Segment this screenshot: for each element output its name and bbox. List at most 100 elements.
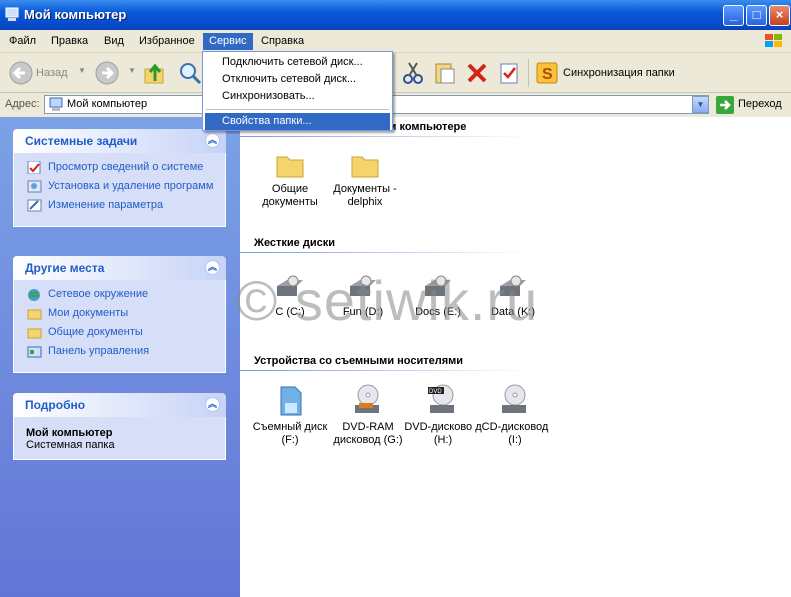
menu-edit[interactable]: Правка bbox=[45, 33, 94, 50]
minimize-button[interactable]: _ bbox=[723, 5, 744, 26]
close-button[interactable]: × bbox=[769, 5, 790, 26]
dvd-ram-drive-icon bbox=[355, 384, 379, 413]
details-panel: Подробно ︽ Мой компьютер Системная папка bbox=[13, 393, 226, 460]
section-divider bbox=[240, 136, 530, 137]
menu-bar: Файл Правка Вид Избранное Сервис Справка bbox=[0, 30, 791, 53]
dvd-drive-icon: DVD bbox=[428, 384, 454, 413]
folder-icon bbox=[351, 156, 379, 178]
section-divider bbox=[240, 370, 530, 371]
go-arrow-icon[interactable] bbox=[716, 96, 734, 114]
other-places-header[interactable]: Другие места ︽ bbox=[13, 256, 226, 280]
details-title: Подробно bbox=[25, 398, 86, 412]
item-label: DVD-дисково д (H:) bbox=[404, 421, 482, 446]
item-label: Документы - delphix bbox=[333, 183, 397, 208]
item-label: Общие документы bbox=[262, 183, 318, 208]
add-remove-programs-icon bbox=[27, 180, 42, 193]
paste-icon[interactable] bbox=[433, 61, 457, 85]
watermark-text: © setiwik.ru bbox=[236, 269, 539, 332]
folder-icon bbox=[27, 328, 42, 339]
network-globe-icon bbox=[28, 289, 40, 301]
link-control-panel[interactable]: Панель управления bbox=[14, 345, 225, 358]
svg-text:S: S bbox=[542, 66, 553, 83]
svg-text:DVD: DVD bbox=[429, 389, 442, 395]
system-info-icon bbox=[27, 161, 41, 174]
section-title-removable: Устройства со съемными носителями bbox=[254, 355, 464, 367]
sync-button-label[interactable]: Синхронизация папки bbox=[563, 67, 675, 79]
details-name: Мой компьютер bbox=[26, 427, 113, 439]
drive-g[interactable]: DVD-RAM дисковод (G:) bbox=[328, 383, 408, 447]
folder-icon bbox=[276, 156, 304, 178]
system-tasks-title: Системные задачи bbox=[25, 134, 138, 148]
details-type: Системная папка bbox=[26, 439, 115, 451]
section-divider bbox=[240, 252, 530, 253]
search-icon[interactable] bbox=[178, 61, 202, 85]
address-bar: Адрес: Мой компьютер ▼ Переход bbox=[0, 93, 791, 117]
link-add-remove-programs[interactable]: Установка и удаление программ bbox=[14, 180, 225, 193]
other-places-panel: Другие места ︽ Сетевое окружение Мои док… bbox=[13, 256, 226, 373]
link-network-places[interactable]: Сетевое окружение bbox=[14, 288, 225, 301]
collapse-chevron-icon[interactable]: ︽ bbox=[205, 133, 220, 148]
link-label: Просмотр сведений о системе bbox=[48, 161, 204, 173]
window-title: Мой компьютер bbox=[24, 7, 127, 22]
forward-dropdown-icon[interactable]: ▼ bbox=[128, 66, 136, 75]
maximize-button[interactable]: □ bbox=[746, 5, 767, 26]
link-label: Изменение параметра bbox=[48, 199, 164, 211]
link-label: Общие документы bbox=[48, 326, 143, 338]
menu-folder-options[interactable]: Свойства папки... bbox=[205, 113, 390, 130]
title-bar[interactable]: Мой компьютер _ □ × bbox=[0, 0, 791, 30]
back-dropdown-icon[interactable]: ▼ bbox=[78, 66, 86, 75]
link-label: Сетевое окружение bbox=[48, 288, 149, 300]
computer-icon bbox=[49, 97, 63, 111]
address-value: Мой компьютер bbox=[67, 98, 148, 110]
windows-logo-icon bbox=[765, 34, 782, 47]
menu-synchronize[interactable]: Синхронизовать... bbox=[205, 88, 390, 105]
removable-disk-icon bbox=[280, 386, 302, 416]
go-button-label[interactable]: Переход bbox=[738, 98, 782, 110]
address-dropdown-button[interactable]: ▼ bbox=[692, 96, 709, 113]
link-label: Мои документы bbox=[48, 307, 129, 319]
task-pane: Системные задачи ︽ Просмотр сведений о с… bbox=[0, 117, 240, 597]
properties-icon[interactable] bbox=[497, 61, 521, 85]
menu-view[interactable]: Вид bbox=[98, 33, 130, 50]
back-arrow-icon[interactable] bbox=[9, 61, 33, 85]
computer-icon bbox=[5, 7, 19, 21]
link-change-setting[interactable]: Изменение параметра bbox=[14, 199, 225, 212]
menu-map-network-drive[interactable]: Подключить сетевой диск... bbox=[205, 54, 390, 71]
cut-icon[interactable] bbox=[401, 61, 425, 85]
menu-tools[interactable]: Сервис bbox=[203, 33, 253, 50]
delete-icon[interactable] bbox=[465, 61, 489, 85]
control-panel-icon bbox=[27, 199, 42, 212]
menu-separator bbox=[206, 109, 389, 110]
forward-arrow-icon[interactable] bbox=[95, 61, 119, 85]
toolbar-separator bbox=[528, 59, 529, 87]
other-places-title: Другие места bbox=[25, 261, 105, 275]
menu-favorites[interactable]: Избранное bbox=[133, 33, 201, 50]
menu-help[interactable]: Справка bbox=[255, 33, 310, 50]
system-tasks-panel: Системные задачи ︽ Просмотр сведений о с… bbox=[13, 129, 226, 227]
toolbar: Назад ▼ ▼ S Синхронизация папки bbox=[0, 53, 791, 93]
item-label: CD-дисковод (I:) bbox=[481, 421, 549, 446]
folder-up-icon[interactable] bbox=[143, 61, 167, 85]
back-button-label[interactable]: Назад bbox=[36, 67, 68, 79]
tools-menu-dropdown: Подключить сетевой диск... Отключить сет… bbox=[202, 51, 393, 131]
drive-i[interactable]: CD-дисковод (I:) bbox=[475, 383, 555, 447]
drive-f[interactable]: Съемный диск (F:) bbox=[250, 383, 330, 447]
section-title-hard-disks: Жесткие диски bbox=[254, 237, 335, 249]
drive-h[interactable]: DVD DVD-дисково д (H:) bbox=[403, 383, 483, 447]
collapse-chevron-icon[interactable]: ︽ bbox=[205, 260, 220, 275]
menu-disconnect-network-drive[interactable]: Отключить сетевой диск... bbox=[205, 71, 390, 88]
link-system-info[interactable]: Просмотр сведений о системе bbox=[14, 161, 225, 174]
system-tasks-header[interactable]: Системные задачи ︽ bbox=[13, 129, 226, 153]
folder-documents-delphix[interactable]: Документы - delphix bbox=[325, 151, 405, 209]
sync-icon[interactable]: S bbox=[535, 61, 559, 85]
item-label: Съемный диск (F:) bbox=[252, 421, 328, 446]
collapse-chevron-icon[interactable]: ︽ bbox=[205, 397, 220, 412]
link-label: Установка и удаление программ bbox=[48, 180, 214, 192]
menu-file[interactable]: Файл bbox=[3, 33, 42, 50]
link-my-documents[interactable]: Мои документы bbox=[14, 307, 225, 320]
cd-drive-icon bbox=[502, 384, 526, 413]
details-header[interactable]: Подробно ︽ bbox=[13, 393, 226, 417]
link-shared-documents[interactable]: Общие документы bbox=[14, 326, 225, 339]
folder-shared-documents[interactable]: Общие документы bbox=[250, 151, 330, 209]
content-pane: отом компьютере Общие документы Документ… bbox=[240, 117, 791, 597]
